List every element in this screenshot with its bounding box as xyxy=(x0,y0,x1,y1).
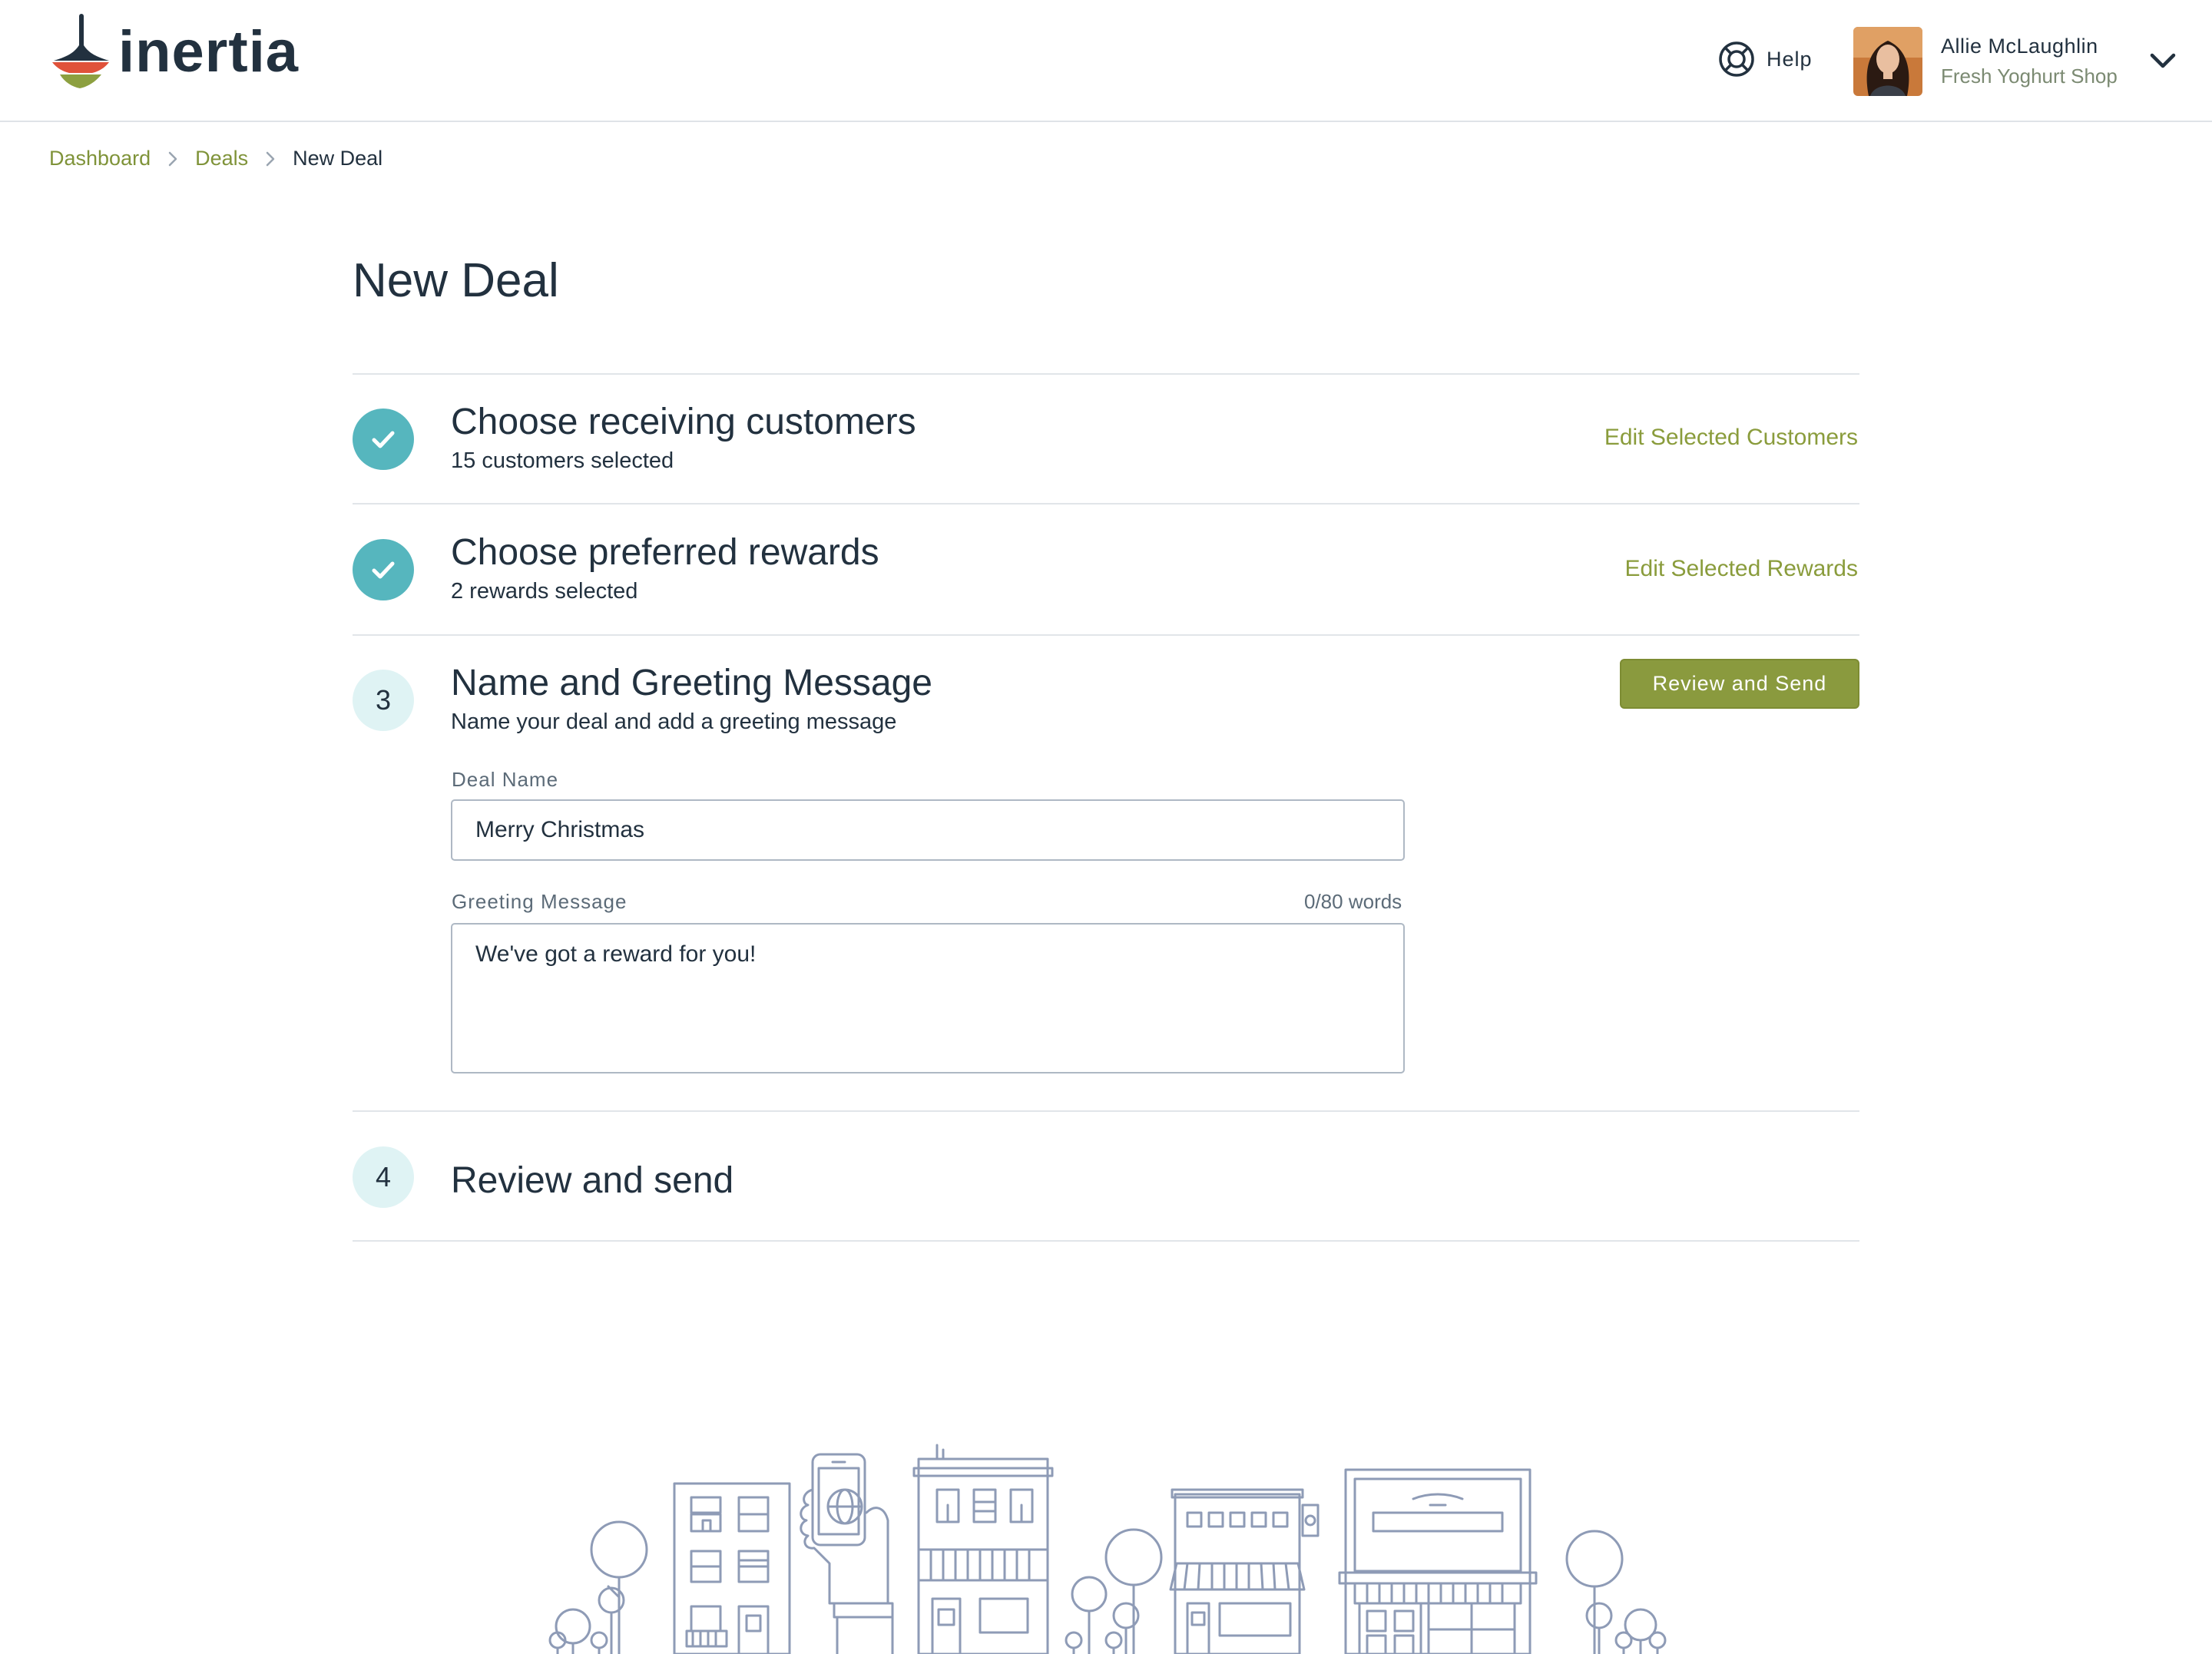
step-2-title: Choose preferred rewards xyxy=(451,532,879,573)
step-1-subtitle: 15 customers selected xyxy=(451,448,674,473)
page-title: New Deal xyxy=(353,254,559,307)
step-1-complete-badge xyxy=(353,409,414,470)
user-name: Allie McLaughlin xyxy=(1941,35,2098,58)
breadcrumb-current: New Deal xyxy=(293,147,383,170)
step-3-number-badge: 3 xyxy=(353,670,414,731)
spinning-top-icon xyxy=(52,14,109,88)
edit-selected-rewards-link[interactable]: Edit Selected Rewards xyxy=(1625,556,1859,582)
review-and-send-button[interactable]: Review and Send xyxy=(1620,659,1859,709)
step-1-title: Choose receiving customers xyxy=(451,402,916,442)
greeting-message-textarea[interactable]: We've got a reward for you! xyxy=(451,923,1405,1073)
word-count: 0/80 words xyxy=(1304,890,1402,913)
chevron-right-icon xyxy=(168,151,177,166)
logo-text: inertia xyxy=(118,18,300,84)
divider xyxy=(353,634,1859,636)
divider xyxy=(353,503,1859,504)
divider xyxy=(353,1240,1859,1242)
avatar xyxy=(1853,27,1922,96)
help-label: Help xyxy=(1767,47,1813,71)
divider xyxy=(353,373,1859,375)
greeting-message-label: Greeting Message xyxy=(452,890,628,913)
chevron-right-icon xyxy=(266,151,275,166)
breadcrumb-deals[interactable]: Deals xyxy=(195,147,248,170)
user-menu[interactable]: Allie McLaughlin Fresh Yoghurt Shop xyxy=(1853,27,2118,96)
deal-name-label: Deal Name xyxy=(452,768,559,791)
step-2-complete-badge xyxy=(353,539,414,600)
lifebuoy-icon xyxy=(1719,41,1754,77)
checkmark-icon xyxy=(372,431,395,448)
app-logo[interactable]: inertia xyxy=(48,9,299,94)
step-2-subtitle: 2 rewards selected xyxy=(451,579,638,604)
step-3-subtitle: Name your deal and add a greeting messag… xyxy=(451,710,897,734)
deal-name-input[interactable] xyxy=(451,799,1405,861)
breadcrumb: Dashboard Deals New Deal xyxy=(49,147,382,170)
chevron-down-icon[interactable] xyxy=(2147,49,2178,72)
step-4-title: Review and send xyxy=(451,1160,734,1201)
divider xyxy=(353,1110,1859,1112)
help-button[interactable]: Help xyxy=(1717,40,1813,78)
step-3-title: Name and Greeting Message xyxy=(451,663,932,703)
edit-selected-customers-link[interactable]: Edit Selected Customers xyxy=(1604,425,1858,451)
breadcrumb-dashboard[interactable]: Dashboard xyxy=(49,147,151,170)
app-header: inertia Help Allie McLaughlin Fresh Yogh… xyxy=(0,0,2212,122)
user-shop: Fresh Yoghurt Shop xyxy=(1941,65,2118,88)
step-4-number-badge: 4 xyxy=(353,1146,414,1208)
city-illustration xyxy=(548,1444,1667,1654)
checkmark-icon xyxy=(372,561,395,579)
